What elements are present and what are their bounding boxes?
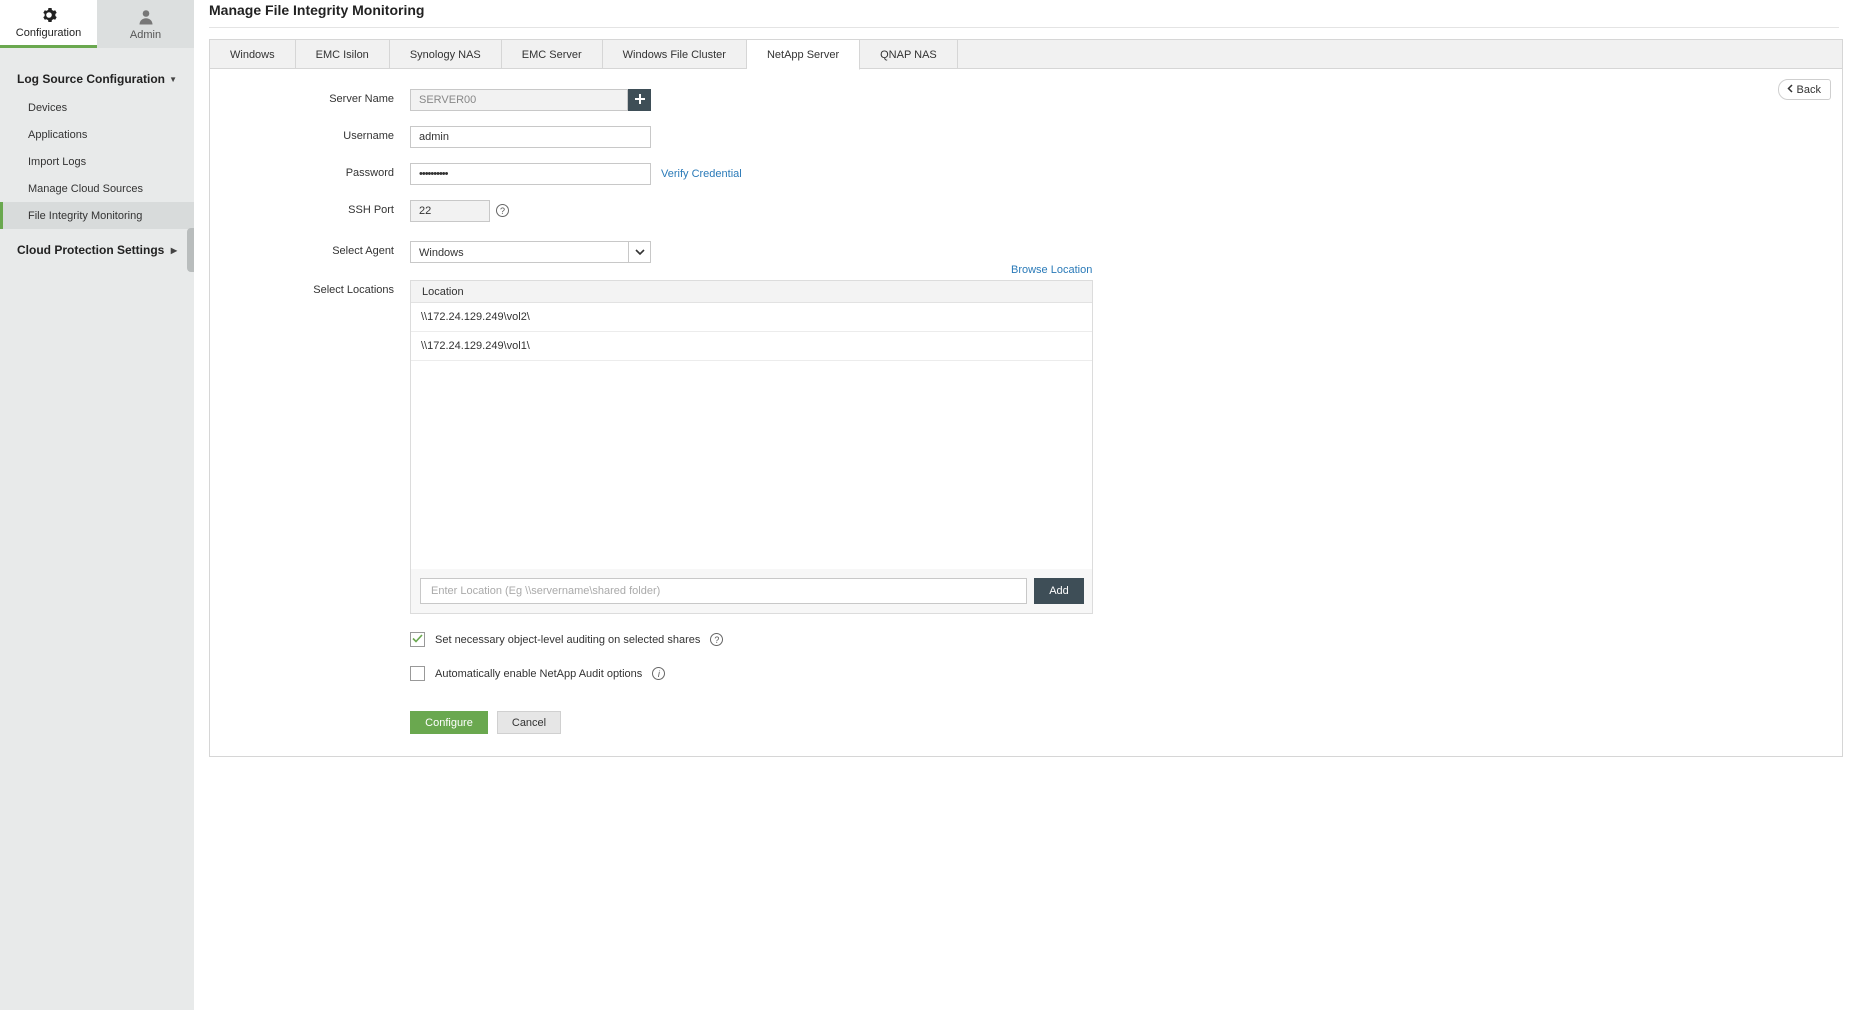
sidebar-item-devices[interactable]: Devices <box>0 94 194 121</box>
tab-windows-file-cluster[interactable]: Windows File Cluster <box>603 40 747 69</box>
title-divider <box>209 27 1839 28</box>
gear-icon <box>40 6 58 24</box>
back-button[interactable]: Back <box>1777 79 1831 100</box>
auditing-checkbox-label: Set necessary object-level auditing on s… <box>435 633 701 646</box>
tab-configuration[interactable]: Configuration <box>0 0 97 48</box>
table-row[interactable]: \\172.24.129.249\vol1\ <box>411 332 1092 361</box>
sidebar-section-label: Cloud Protection Settings <box>17 243 165 257</box>
verify-credential-link[interactable]: Verify Credential <box>661 168 742 180</box>
auditing-help-icon[interactable]: ? <box>710 633 724 646</box>
sidebar-item-file-integrity-monitoring[interactable]: File Integrity Monitoring <box>0 202 194 229</box>
admin-label: Admin <box>129 28 162 41</box>
select-locations-label: Select Locations <box>313 284 394 296</box>
sidebar-section-cloud-protection-settings[interactable]: Cloud Protection Settings ▶ <box>0 235 194 265</box>
sidebar-item-manage-cloud-sources[interactable]: Manage Cloud Sources <box>0 175 194 202</box>
ssh-port-help-icon[interactable]: ? <box>496 204 509 217</box>
server-name-input[interactable] <box>410 89 628 111</box>
auditing-option: Set necessary object-level auditing on s… <box>410 632 724 647</box>
back-label: Back <box>1796 83 1821 96</box>
location-input[interactable] <box>420 578 1027 604</box>
page-title: Manage File Integrity Monitoring <box>209 2 425 18</box>
tab-netapp-server[interactable]: NetApp Server <box>746 40 861 70</box>
plus-icon <box>634 93 645 107</box>
caret-down-icon: ▼ <box>169 74 177 84</box>
chevron-left-icon <box>1786 83 1793 96</box>
tab-emc-isilon[interactable]: EMC Isilon <box>296 40 390 69</box>
tab-synology-nas[interactable]: Synology NAS <box>390 40 502 69</box>
checkmark-icon <box>412 633 423 646</box>
sidebar-item-label: Manage Cloud Sources <box>28 182 143 195</box>
sidebar: Configuration Admin Log Source Configura… <box>0 0 194 1010</box>
sidebar-section-log-source-configuration[interactable]: Log Source Configuration ▼ <box>0 64 194 94</box>
ssh-port-label: SSH Port <box>348 204 394 216</box>
tab-admin[interactable]: Admin <box>97 0 194 48</box>
add-location-button[interactable]: Add <box>1034 578 1084 604</box>
sidebar-collapse-handle[interactable] <box>187 228 194 272</box>
info-icon[interactable]: i <box>652 667 666 680</box>
top-nav: Configuration Admin <box>0 0 194 48</box>
main-panel: Windows EMC Isilon Synology NAS EMC Serv… <box>209 39 1843 757</box>
select-agent-label: Select Agent <box>332 245 394 257</box>
tab-windows[interactable]: Windows <box>210 40 296 69</box>
netapp-audit-checkbox-label: Automatically enable NetApp Audit option… <box>435 667 643 680</box>
user-icon <box>137 8 155 26</box>
select-agent-value: Windows <box>419 247 464 259</box>
netapp-audit-checkbox[interactable] <box>410 666 425 681</box>
chevron-down-icon <box>628 242 650 262</box>
configuration-label: Configuration <box>15 27 82 39</box>
location-column-header: Location <box>411 281 1092 303</box>
sidebar-item-import-logs[interactable]: Import Logs <box>0 148 194 175</box>
table-row[interactable]: \\172.24.129.249\vol2\ <box>411 303 1092 332</box>
sidebar-item-label: File Integrity Monitoring <box>28 209 143 222</box>
location-path: \\172.24.129.249\vol1\ <box>421 340 530 352</box>
location-add-bar: Add <box>411 569 1092 613</box>
password-input[interactable] <box>410 163 651 185</box>
tab-emc-server[interactable]: EMC Server <box>502 40 603 69</box>
locations-table: Location \\172.24.129.249\vol2\ \\172.24… <box>410 280 1093 614</box>
username-label: Username <box>343 130 394 142</box>
tab-qnap-nas[interactable]: QNAP NAS <box>860 40 958 69</box>
select-agent-dropdown[interactable]: Windows <box>410 241 651 263</box>
location-path: \\172.24.129.249\vol2\ <box>421 311 530 323</box>
caret-right-icon: ▶ <box>170 245 177 255</box>
sidebar-item-label: Import Logs <box>28 155 87 168</box>
ssh-port-input[interactable] <box>410 200 490 222</box>
server-name-label: Server Name <box>329 93 394 105</box>
sidebar-item-label: Devices <box>28 101 68 114</box>
auditing-checkbox[interactable] <box>410 632 425 647</box>
cancel-button[interactable]: Cancel <box>497 711 561 734</box>
configure-button[interactable]: Configure <box>410 711 488 734</box>
source-tabs: Windows EMC Isilon Synology NAS EMC Serv… <box>210 40 1842 70</box>
sidebar-item-applications[interactable]: Applications <box>0 121 194 148</box>
sidebar-item-label: Applications <box>28 128 88 141</box>
username-input[interactable] <box>410 126 651 148</box>
add-server-button[interactable] <box>628 89 651 111</box>
password-label: Password <box>345 167 394 179</box>
browse-location-link[interactable]: Browse Location <box>1011 264 1092 276</box>
netapp-audit-option: Automatically enable NetApp Audit option… <box>410 666 666 681</box>
sidebar-section-label: Log Source Configuration <box>17 72 165 86</box>
